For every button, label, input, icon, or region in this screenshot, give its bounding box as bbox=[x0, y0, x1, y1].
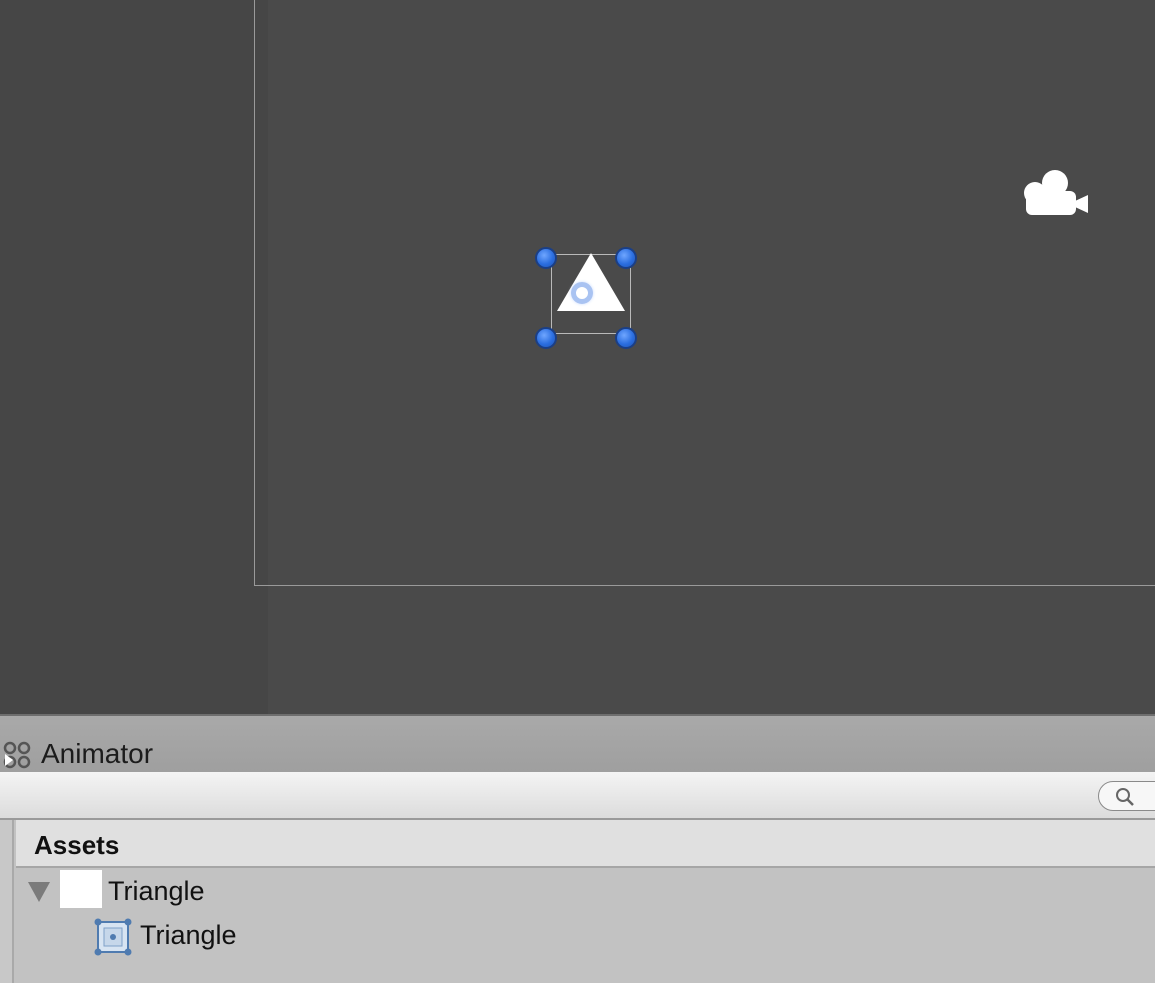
animator-tab-bar: Animator bbox=[0, 714, 1155, 772]
expand-triangle-icon[interactable] bbox=[28, 882, 50, 902]
assets-header: Assets bbox=[16, 820, 1155, 868]
scene-view[interactable] bbox=[0, 0, 1155, 714]
tree-item-triangle-sprite[interactable]: Triangle bbox=[16, 914, 1155, 958]
assets-title: Assets bbox=[34, 830, 120, 860]
camera-icon[interactable] bbox=[1020, 169, 1090, 219]
resize-handle-top-right[interactable] bbox=[615, 247, 637, 269]
search-input[interactable] bbox=[1098, 781, 1155, 811]
tree-item-label: Triangle bbox=[108, 876, 205, 906]
texture-thumbnail bbox=[60, 870, 102, 908]
search-icon bbox=[1116, 788, 1134, 806]
pivot-icon[interactable] bbox=[571, 282, 593, 304]
animator-icon bbox=[3, 741, 31, 769]
tree-item-label: Triangle bbox=[140, 920, 237, 950]
tree-item-triangle-texture[interactable]: Triangle bbox=[16, 870, 1155, 914]
animator-toolbar bbox=[0, 772, 1155, 820]
resize-handle-bottom-right[interactable] bbox=[615, 327, 637, 349]
resize-handle-bottom-left[interactable] bbox=[535, 327, 557, 349]
tab-animator[interactable]: Animator bbox=[41, 738, 153, 770]
sprite-icon bbox=[94, 918, 132, 956]
assets-panel: Assets Triangle Triangle bbox=[0, 820, 1155, 983]
scene-background-strip bbox=[0, 0, 268, 714]
resize-handle-top-left[interactable] bbox=[535, 247, 557, 269]
panel-divider bbox=[0, 820, 14, 983]
game-view-frame bbox=[254, 0, 1155, 586]
